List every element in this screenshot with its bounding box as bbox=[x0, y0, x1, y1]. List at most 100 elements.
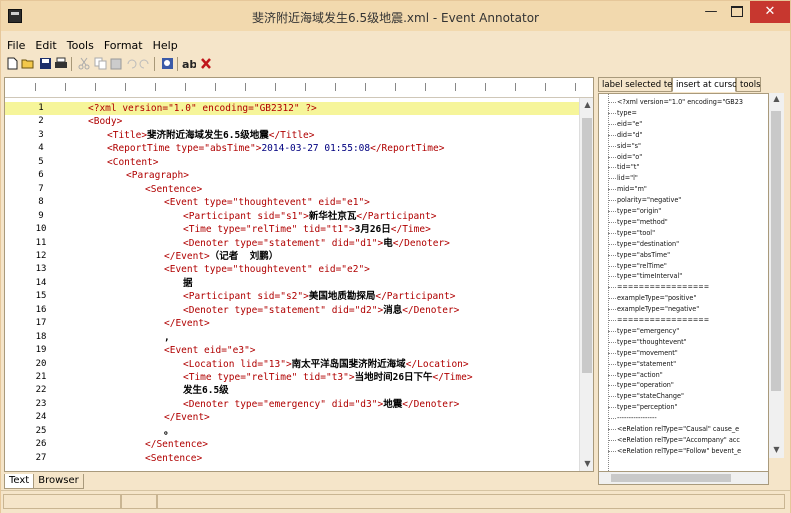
code-line[interactable]: 3 <Title>斐济附近海域发生6.5级地震</Title> bbox=[5, 129, 579, 142]
tree-item-label: type="operation" bbox=[617, 380, 674, 390]
text-content: 斐济附近海域发生6.5级地震 bbox=[147, 129, 269, 141]
ruler-tick bbox=[95, 83, 96, 91]
paste-icon[interactable] bbox=[109, 57, 123, 70]
code-line[interactable]: 6 <Paragraph> bbox=[5, 169, 579, 182]
scroll-up-icon[interactable]: ▲ bbox=[580, 100, 593, 109]
code-line[interactable]: 23 <Denoter type="emergency" did="d3">地震<… bbox=[5, 398, 579, 411]
menu-file[interactable]: File bbox=[2, 38, 30, 54]
line-number: 8 bbox=[38, 197, 44, 208]
tree-item-label: type="stateChange" bbox=[617, 391, 684, 401]
delete-icon[interactable] bbox=[199, 57, 213, 70]
tab-tools[interactable]: tools bbox=[736, 77, 761, 92]
scroll-down-icon[interactable]: ▼ bbox=[580, 459, 593, 468]
line-text: <Paragraph> bbox=[126, 169, 189, 182]
code-line[interactable]: 7 <Sentence> bbox=[5, 183, 579, 196]
ruler-tick bbox=[215, 83, 216, 91]
new-file-icon[interactable] bbox=[5, 57, 19, 70]
panel-horizontal-scrollbar[interactable] bbox=[598, 472, 769, 485]
code-line[interactable]: 9 <Participant sid="s1">新华社京瓦</Participan… bbox=[5, 210, 579, 223]
xml-tag: <Title> bbox=[107, 129, 148, 141]
code-line[interactable]: 20 <Location lid="13">南太平洋岛国斐济附近海域</Locat… bbox=[5, 358, 579, 371]
maximize-button[interactable] bbox=[724, 1, 750, 23]
scroll-thumb[interactable] bbox=[582, 118, 592, 373]
code-line[interactable]: 24 </Event> bbox=[5, 411, 579, 424]
menu-format[interactable]: Format bbox=[99, 38, 148, 54]
tab-browser[interactable]: Browser bbox=[33, 474, 84, 489]
undo-icon[interactable] bbox=[124, 57, 138, 70]
code-line[interactable]: 8 <Event type="thoughtevent" eid="e1"> bbox=[5, 196, 579, 209]
find-icon[interactable] bbox=[160, 57, 174, 70]
save-icon[interactable] bbox=[38, 57, 52, 70]
line-text: </Event>（记者 刘鹏） bbox=[164, 250, 278, 263]
replace-icon[interactable]: ab bbox=[182, 57, 197, 71]
scroll-down-icon[interactable]: ▼ bbox=[769, 445, 784, 454]
code-line[interactable]: 15 <Participant sid="s2">美国地质勘探局</Partici… bbox=[5, 290, 579, 303]
xml-editor[interactable]: 1 <?xml version="1.0" encoding="GB2312" ?… bbox=[4, 77, 594, 472]
line-text: <Participant sid="s2">美国地质勘探局</Participa… bbox=[183, 290, 455, 303]
scroll-up-icon[interactable]: ▲ bbox=[769, 94, 784, 103]
tree-item-label: type="statement" bbox=[617, 358, 677, 368]
code-line[interactable]: 19 <Event eid="e3"> bbox=[5, 344, 579, 357]
code-line[interactable]: 10 <Time type="relTime" tid="t1">3月26日</T… bbox=[5, 223, 579, 236]
line-text: , bbox=[164, 331, 170, 344]
copy-icon[interactable] bbox=[93, 57, 107, 70]
line-text: <Denoter type="emergency" did="d3">地震</D… bbox=[183, 398, 459, 411]
line-number: 15 bbox=[35, 291, 47, 302]
ruler-tick bbox=[425, 83, 426, 91]
code-line[interactable]: 14 据 bbox=[5, 277, 579, 290]
tab-insert-at-cursor[interactable]: insert at cursor bbox=[672, 77, 741, 92]
line-text: <Participant sid="s1">新华社京瓦</Participant… bbox=[183, 210, 436, 223]
code-line[interactable]: 12 </Event>（记者 刘鹏） bbox=[5, 250, 579, 263]
line-number: 27 bbox=[35, 452, 47, 463]
code-line[interactable]: 11 <Denoter type="statement" did="d1">电</… bbox=[5, 237, 579, 250]
line-number: 3 bbox=[38, 129, 44, 140]
close-button[interactable]: ✕ bbox=[750, 1, 790, 23]
code-line[interactable]: 16 <Denoter type="statement" did="d2">消息<… bbox=[5, 304, 579, 317]
ruler-tick bbox=[485, 83, 486, 91]
attribute-tree[interactable]: <?xml version="1.0" encoding="GB23 type= e… bbox=[598, 93, 769, 472]
print-icon[interactable] bbox=[54, 57, 68, 70]
tree-item-label: type= bbox=[617, 107, 637, 117]
scroll-thumb[interactable] bbox=[611, 474, 731, 482]
open-folder-icon[interactable] bbox=[21, 57, 35, 70]
code-line[interactable]: 2 <Body> bbox=[5, 115, 579, 128]
code-line[interactable]: 1 <?xml version="1.0" encoding="GB2312" ?… bbox=[5, 102, 579, 115]
code-line[interactable]: 25 。 bbox=[5, 425, 579, 438]
tab-label-selected-text[interactable]: label selected text bbox=[598, 77, 681, 92]
minimize-button[interactable]: — bbox=[698, 1, 724, 23]
tree-item-label: ================= bbox=[617, 315, 710, 324]
code-line[interactable]: 21 <Time type="relTime" tid="t3">当地时间26日下… bbox=[5, 371, 579, 384]
menu-edit[interactable]: Edit bbox=[30, 38, 61, 54]
code-area[interactable]: 1 <?xml version="1.0" encoding="GB2312" ?… bbox=[5, 98, 579, 471]
line-number: 4 bbox=[38, 143, 44, 154]
tree-item-label: type="method" bbox=[617, 216, 668, 226]
code-line[interactable]: 17 </Event> bbox=[5, 317, 579, 330]
xml-tag: <Time type="relTime" tid="t3"> bbox=[183, 372, 355, 383]
menu-help[interactable]: Help bbox=[148, 38, 183, 54]
line-number: 13 bbox=[35, 264, 47, 275]
code-line[interactable]: 18, bbox=[5, 331, 579, 344]
xml-tag: <?xml version="1.0" encoding="GB2312" ?> bbox=[88, 103, 317, 114]
editor-vertical-scrollbar[interactable]: ▲ ▼ bbox=[579, 98, 593, 471]
line-number: 16 bbox=[35, 304, 47, 315]
code-line[interactable]: 22 发生6.5级 bbox=[5, 384, 579, 397]
xml-tag: <Event eid="e3"> bbox=[164, 345, 256, 357]
code-line[interactable]: 4 <ReportTime type="absTime">2014-03-27 0… bbox=[5, 142, 579, 155]
line-text: <Sentence> bbox=[145, 183, 202, 196]
scroll-thumb[interactable] bbox=[771, 111, 781, 391]
cut-icon[interactable] bbox=[77, 57, 91, 70]
tree-item-label: type="absTime" bbox=[617, 249, 671, 259]
tab-text[interactable]: Text bbox=[4, 474, 35, 489]
code-line[interactable]: 26 </Sentence> bbox=[5, 438, 579, 451]
line-text: 发生6.5级 bbox=[183, 384, 229, 397]
menu-tools[interactable]: Tools bbox=[62, 38, 99, 54]
line-text: 据 bbox=[183, 277, 193, 290]
code-line[interactable]: 5 <Content> bbox=[5, 156, 579, 169]
code-line[interactable]: 13 <Event type="thoughtevent" eid="e2"> bbox=[5, 263, 579, 276]
code-line[interactable]: 27 <Sentence> bbox=[5, 452, 579, 465]
tree-item-label: eid="e" bbox=[617, 118, 643, 128]
text-content: 电 bbox=[383, 237, 393, 249]
panel-vertical-scrollbar[interactable]: ▲ ▼ bbox=[769, 93, 784, 458]
redo-icon[interactable] bbox=[138, 57, 152, 70]
xml-tag: </Title> bbox=[268, 129, 315, 141]
